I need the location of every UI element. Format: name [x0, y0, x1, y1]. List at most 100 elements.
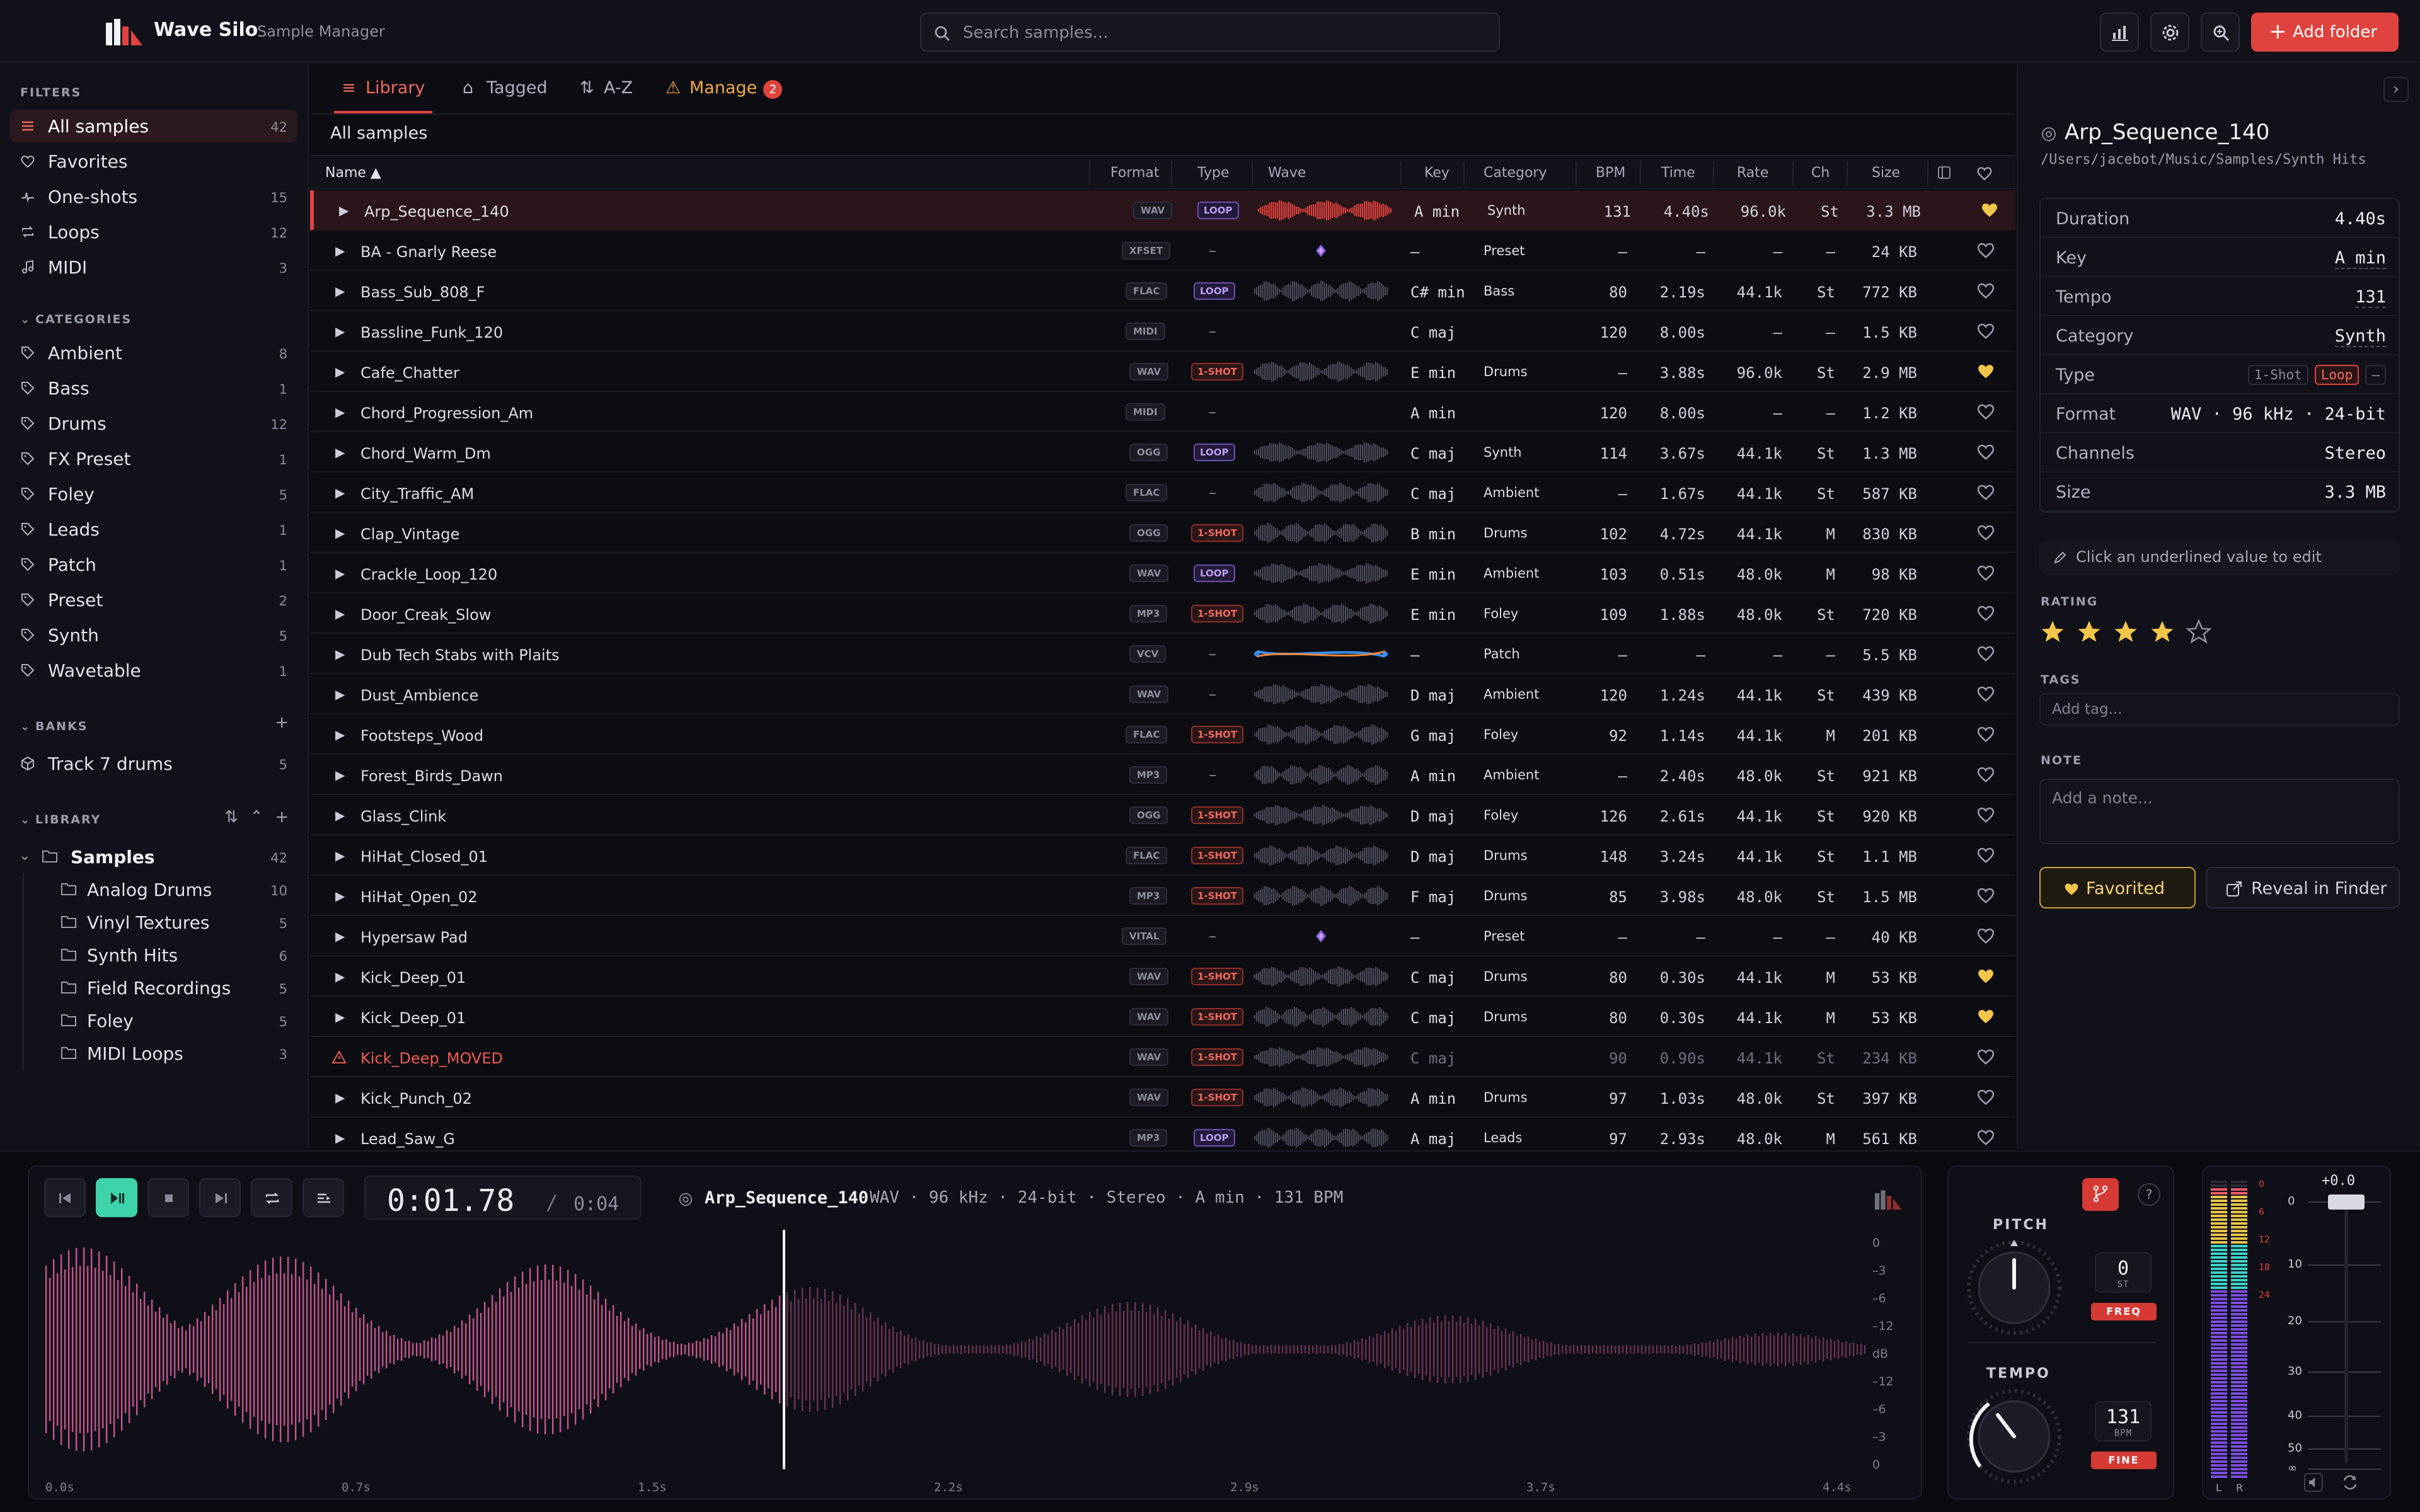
favorite-toggle[interactable] [1976, 765, 1995, 784]
play-row-icon[interactable]: ▶ [335, 243, 345, 258]
tempo-knob[interactable] [1964, 1386, 2065, 1487]
favorite-toggle[interactable] [1976, 321, 1995, 340]
pitch-value[interactable]: 0 ST [2095, 1252, 2152, 1293]
playhead[interactable] [783, 1230, 785, 1469]
favorite-toggle[interactable] [1976, 805, 1995, 824]
play-row-icon[interactable]: ▶ [335, 727, 345, 742]
play-row-icon[interactable]: ▶ [335, 646, 345, 662]
search-box[interactable] [920, 13, 1500, 52]
note-textarea[interactable] [2039, 779, 2400, 844]
stop-button[interactable] [147, 1178, 189, 1217]
play-row-icon[interactable]: ▶ [335, 525, 345, 541]
play-row-icon[interactable]: ▶ [335, 1009, 345, 1024]
column-key[interactable]: Key [1424, 165, 1449, 181]
tab-tagged[interactable]: ⌂ Tagged [455, 78, 555, 113]
table-row[interactable]: ▶ Dust_Ambience WAV – D maj Ambient 120 1.24s 44… [310, 674, 2015, 714]
filter-loops[interactable]: Loops 12 [10, 215, 297, 248]
play-row-icon[interactable]: ▶ [335, 364, 345, 379]
tab-a-z[interactable]: ⇅ A-Z [572, 78, 640, 113]
play-row-icon[interactable]: ▶ [335, 687, 345, 702]
table-row[interactable]: ▶ Footsteps_Wood FLAC 1-SHOT G maj Foley 92 1.1… [310, 714, 2015, 755]
loop-toggle-button[interactable] [251, 1178, 292, 1217]
column-name[interactable]: Name ▲ [325, 165, 381, 181]
filter-all-samples[interactable]: All samples 42 [10, 110, 297, 142]
library-folder-synth-hits[interactable]: Synth Hits 6 [10, 939, 297, 971]
reveal-in-finder-button[interactable]: Reveal in Finder [2206, 867, 2400, 908]
bank-track-7-drums[interactable]: Track 7 drums 5 [10, 747, 297, 780]
waveform-display[interactable] [45, 1230, 1867, 1469]
reset-icon[interactable] [2341, 1473, 2360, 1492]
table-row[interactable]: ▶ Lead_Saw_G MP3 LOOP A maj Leads 97 2.93s 48.0k… [310, 1118, 2015, 1149]
settings-button[interactable] [2150, 13, 2189, 52]
branch-button[interactable] [2082, 1178, 2119, 1211]
tab-manage[interactable]: ⚠ Manage 2 [658, 78, 790, 113]
category-preset[interactable]: Preset 2 [10, 583, 297, 616]
favorite-toggle[interactable] [1976, 966, 1995, 985]
table-row[interactable]: ▶ Glass_Clink OGG 1-SHOT D maj Foley 126 2.61s 4… [310, 795, 2015, 835]
table-row[interactable]: ▶ City_Traffic_AM FLAC – C maj Ambient – 1.67s 4… [310, 472, 2015, 513]
favorite-toggle[interactable] [1976, 644, 1995, 663]
type-option-1-shot[interactable]: 1-Shot [2247, 365, 2308, 385]
column-bpm[interactable]: BPM [1596, 165, 1625, 181]
play-row-icon[interactable]: ▶ [335, 969, 345, 984]
table-row[interactable]: ▶ Crackle_Loop_120 WAV LOOP E min Ambient 103 0… [310, 553, 2015, 593]
column-rate[interactable]: Rate [1737, 165, 1768, 181]
column-format[interactable]: Format [1110, 165, 1160, 181]
category-synth[interactable]: Synth 5 [10, 619, 297, 651]
type-option--[interactable]: – [2365, 365, 2386, 385]
favorite-toggle[interactable] [1976, 845, 1995, 864]
help-button[interactable]: ? [2138, 1183, 2160, 1206]
favorited-button[interactable]: Favorited [2039, 867, 2196, 908]
play-row-icon[interactable]: ▶ [335, 324, 345, 339]
property-key[interactable]: Key A min [2041, 238, 2399, 277]
category-bass[interactable]: Bass 1 [10, 372, 297, 404]
play-row-icon[interactable]: ▶ [335, 888, 345, 903]
add-bank-button[interactable]: + [275, 713, 289, 732]
table-row[interactable]: ▶ Kick_Punch_02 WAV 1-SHOT A min Drums 97 1.03s… [310, 1077, 2015, 1118]
table-row[interactable]: ▶ HiHat_Open_02 MP3 1-SHOT F maj Drums 85 3.98s… [310, 876, 2015, 916]
play-row-icon[interactable]: ▶ [335, 848, 345, 863]
columns-config-icon[interactable] [1937, 166, 1951, 180]
star-icon[interactable] [2112, 619, 2139, 645]
table-row[interactable]: ▶ Clap_Vintage OGG 1-SHOT B min Drums 102 4.72s… [310, 513, 2015, 553]
tab-library[interactable]: ≡ Library [334, 78, 433, 113]
column-category[interactable]: Category [1484, 165, 1547, 181]
favorite-toggle[interactable] [1976, 886, 1995, 905]
volume-fader-handle[interactable] [2328, 1194, 2365, 1210]
property-tempo[interactable]: Tempo 131 [2041, 277, 2399, 316]
library-folder-samples[interactable]: ⌄ Samples 42 [10, 840, 297, 873]
tag-input[interactable] [2039, 693, 2400, 726]
category-foley[interactable]: Foley 5 [10, 478, 297, 510]
volume-track[interactable] [2344, 1198, 2348, 1463]
column-type[interactable]: Type [1197, 165, 1230, 181]
table-row[interactable]: Kick_Deep_MOVED WAV 1-SHOT C maj 90 0.90s 44.1… [310, 1037, 2015, 1077]
column-size[interactable]: Size [1872, 165, 1900, 181]
table-row[interactable]: ▶ Arp_Sequence_140 WAV LOOP A min Synth 131 4.4… [310, 190, 2015, 231]
favorite-toggle[interactable] [1976, 684, 1995, 703]
play-row-icon[interactable]: ▶ [335, 1090, 345, 1105]
play-row-icon[interactable]: ▶ [335, 606, 345, 621]
property-category[interactable]: Category Synth [2041, 316, 2399, 355]
property-type[interactable]: Type 1-Shot Loop – [2041, 355, 2399, 394]
table-row[interactable]: ▶ Chord_Progression_Am MIDI – A min 120 8.00s –… [310, 392, 2015, 432]
table-row[interactable]: ▶ Dub Tech Stabs with Plaits VCV – – Patch – – –… [310, 634, 2015, 674]
sort-library-button[interactable]: ⇅ [224, 808, 238, 827]
collapse-panel-button[interactable]: › [2383, 77, 2409, 102]
pitch-knob[interactable] [1964, 1237, 2065, 1338]
star-icon[interactable] [2039, 619, 2066, 645]
library-heading[interactable]: ⌄ LIBRARY [20, 813, 101, 827]
favorite-toggle[interactable] [1976, 241, 1995, 260]
favorite-toggle[interactable] [1976, 1128, 1995, 1147]
freq-button[interactable]: FREQ [2091, 1303, 2157, 1320]
table-row[interactable]: ▶ Bassline_Funk_120 MIDI – C maj 120 8.00s – – 1.… [310, 311, 2015, 352]
favorite-toggle[interactable] [1976, 926, 1995, 945]
filter-midi[interactable]: MIDI 3 [10, 251, 297, 284]
table-row[interactable]: ▶ Cafe_Chatter WAV 1-SHOT E min Drums – 3.88s 96… [310, 352, 2015, 392]
rating-stars[interactable] [2039, 619, 2222, 646]
category-ambient[interactable]: Ambient 8 [10, 336, 297, 369]
table-row[interactable]: ▶ Door_Creak_Slow MP3 1-SHOT E min Foley 109 1.… [310, 593, 2015, 634]
play-pause-button[interactable] [96, 1178, 137, 1217]
library-folder-foley[interactable]: Foley 5 [10, 1004, 297, 1037]
library-folder-field-recordings[interactable]: Field Recordings 5 [10, 971, 297, 1004]
play-row-icon[interactable]: ▶ [335, 767, 345, 782]
